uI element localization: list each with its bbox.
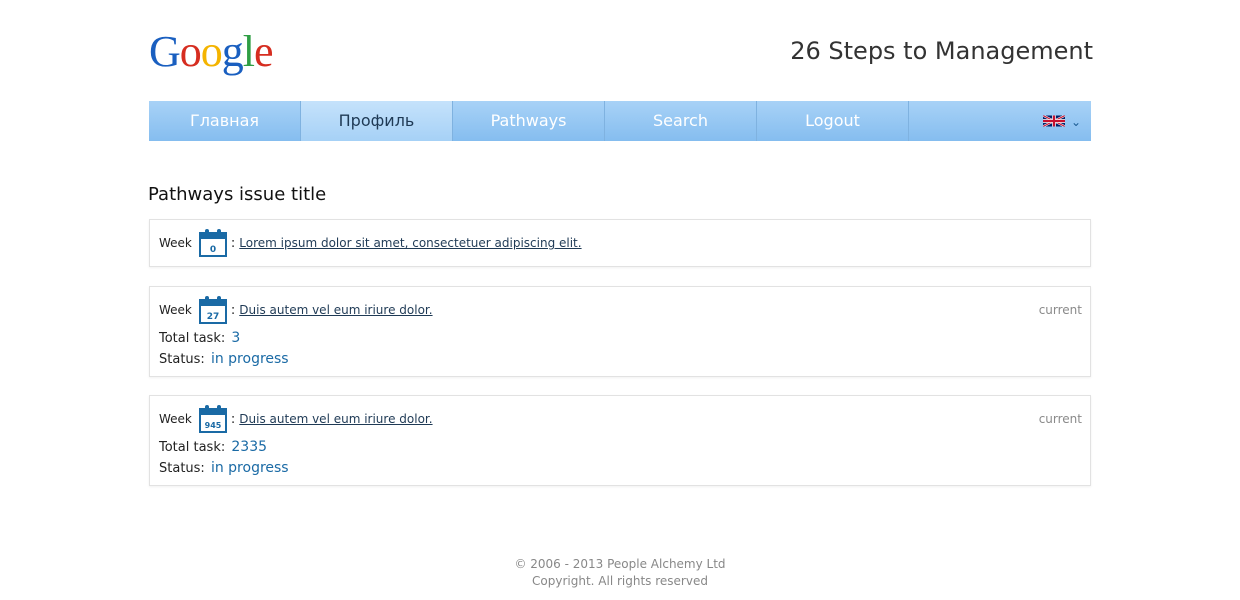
calendar-week-number: 945 xyxy=(205,421,222,430)
logo-letter: e xyxy=(254,27,274,76)
footer: © 2006 - 2013 People Alchemy Ltd Copyrig… xyxy=(0,556,1240,590)
total-task-label: Total task: xyxy=(159,331,226,346)
status-row: Status: in progress xyxy=(159,460,289,476)
language-selector[interactable]: ⌄ xyxy=(1042,114,1081,129)
nav-item-search[interactable]: Search xyxy=(605,101,757,141)
logo-letter: o xyxy=(179,27,202,76)
page-title: Pathways issue title xyxy=(148,184,327,205)
week-row: Week 0 : Lorem ipsum dolor sit amet, con… xyxy=(159,229,582,257)
nav-item-profile[interactable]: Профиль xyxy=(301,101,453,141)
nav-item-pathways[interactable]: Pathways xyxy=(453,101,605,141)
week-card: Week 945 : Duis autem vel eum iriure dol… xyxy=(149,395,1091,486)
footer-rights: Copyright. All rights reserved xyxy=(532,574,708,588)
calendar-icon: 945 xyxy=(198,405,227,433)
total-task-label: Total task: xyxy=(159,440,226,455)
total-task-row: Total task: 2335 xyxy=(159,439,267,455)
logo-letter: G xyxy=(149,27,181,76)
calendar-week-number: 0 xyxy=(210,245,216,255)
uk-flag-icon xyxy=(1042,115,1065,127)
week-card: Week 0 : Lorem ipsum dolor sit amet, con… xyxy=(149,219,1091,267)
status-label: Status: xyxy=(159,352,205,367)
issue-link[interactable]: Lorem ipsum dolor sit amet, consectetuer… xyxy=(239,236,581,250)
main-nav: Главная Профиль Pathways Search Logout ⌄ xyxy=(149,101,1091,141)
separator: : xyxy=(230,302,236,318)
logo-letter: o xyxy=(200,27,223,76)
separator: : xyxy=(230,411,236,427)
logo-letter: l xyxy=(242,27,255,76)
issue-link[interactable]: Duis autem vel eum iriure dolor. xyxy=(239,303,432,317)
week-row: Week 945 : Duis autem vel eum iriure dol… xyxy=(159,405,433,433)
current-badge: current xyxy=(1038,303,1082,317)
footer-copyright: © 2006 - 2013 People Alchemy Ltd xyxy=(514,557,726,571)
chevron-down-icon: ⌄ xyxy=(1070,114,1081,129)
separator: : xyxy=(230,235,236,251)
total-task-row: Total task: 3 xyxy=(159,330,240,346)
issue-link[interactable]: Duis autem vel eum iriure dolor. xyxy=(239,412,432,426)
status-value: in progress xyxy=(210,460,289,476)
total-task-value: 3 xyxy=(231,330,241,346)
site-title: 26 Steps to Management xyxy=(790,37,1093,65)
status-row: Status: in progress xyxy=(159,351,289,367)
week-label: Week xyxy=(159,412,192,426)
nav-item-logout[interactable]: Logout xyxy=(757,101,909,141)
week-card: Week 27 : Duis autem vel eum iriure dolo… xyxy=(149,286,1091,377)
week-label: Week xyxy=(159,303,192,317)
total-task-value: 2335 xyxy=(231,439,268,455)
nav-spacer: ⌄ xyxy=(909,101,1091,141)
google-logo[interactable]: Google xyxy=(149,27,274,77)
calendar-week-number: 27 xyxy=(207,312,220,322)
calendar-icon: 27 xyxy=(198,296,227,324)
nav-item-home[interactable]: Главная xyxy=(149,101,301,141)
logo-letter: g xyxy=(221,27,244,76)
current-badge: current xyxy=(1038,412,1082,426)
week-label: Week xyxy=(159,236,192,250)
week-row: Week 27 : Duis autem vel eum iriure dolo… xyxy=(159,296,433,324)
calendar-icon: 0 xyxy=(198,229,227,257)
status-value: in progress xyxy=(210,351,289,367)
status-label: Status: xyxy=(159,461,205,476)
